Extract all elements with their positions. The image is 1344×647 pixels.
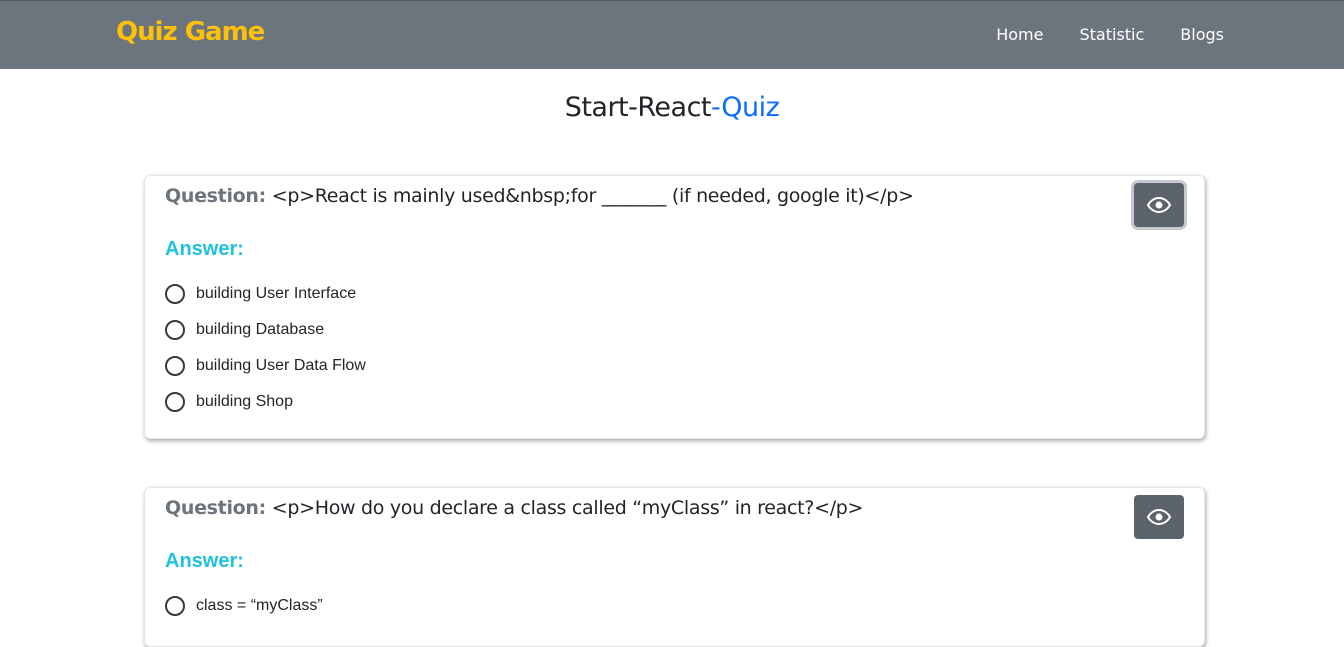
question-body: <p>How do you declare a class called “my… [271, 497, 864, 519]
question-text: Question: <p>React is mainly used&nbsp;f… [165, 185, 914, 207]
radio-button[interactable] [165, 596, 185, 616]
nav-links: Home Statistic Blogs [996, 25, 1224, 44]
navbar: Quiz Game Home Statistic Blogs [0, 0, 1344, 69]
answer-label: Answer: [165, 550, 244, 572]
option-label: building Database [196, 321, 325, 338]
nav-link-blogs[interactable]: Blogs [1180, 25, 1224, 44]
answer-label: Answer: [165, 238, 244, 260]
option-label: building Shop [196, 393, 293, 410]
question-card: Question: <p>React is mainly used&nbsp;f… [144, 175, 1205, 439]
show-answer-button[interactable] [1134, 495, 1184, 539]
answer-option[interactable]: class = “myClass” [165, 585, 323, 627]
option-label: class = “myClass” [196, 597, 323, 614]
page-title-main: Start-React [564, 92, 712, 123]
page-title: Start-React-Quiz [0, 92, 1344, 123]
nav-link-statistic[interactable]: Statistic [1079, 25, 1144, 44]
page-title-accent: -Quiz [711, 92, 780, 123]
eye-icon [1147, 197, 1171, 213]
radio-button[interactable] [165, 284, 185, 304]
radio-button[interactable] [165, 392, 185, 412]
show-answer-button[interactable] [1134, 183, 1184, 227]
option-label: building User Interface [196, 285, 357, 302]
answer-options: building User Interface building Databas… [165, 273, 366, 423]
radio-button[interactable] [165, 356, 185, 376]
nav-link-home[interactable]: Home [996, 25, 1043, 44]
eye-icon [1147, 509, 1171, 525]
question-label: Question: [165, 497, 266, 519]
question-label: Question: [165, 185, 266, 207]
question-text: Question: <p>How do you declare a class … [165, 497, 863, 519]
question-card: Question: <p>How do you declare a class … [144, 487, 1205, 647]
question-body: <p>React is mainly used&nbsp;for _______… [271, 185, 914, 207]
option-label: building User Data Flow [196, 357, 366, 374]
answer-options: class = “myClass” [165, 585, 323, 627]
answer-option[interactable]: building Shop [165, 381, 366, 423]
brand-logo[interactable]: Quiz Game [116, 17, 265, 47]
radio-button[interactable] [165, 320, 185, 340]
